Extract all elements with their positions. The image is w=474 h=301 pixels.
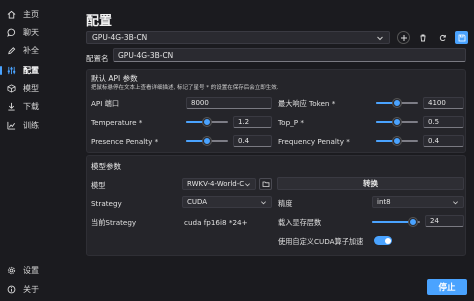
- frequency-penalty-slider[interactable]: [376, 137, 418, 145]
- top-p-label: Top_P *: [278, 118, 304, 127]
- home-icon: [6, 10, 16, 20]
- current-strategy-label: 当前Strategy: [91, 218, 137, 227]
- temperature-slider[interactable]: [186, 118, 228, 126]
- api-params-card: 默认 API 参数 把鼠标悬停在文本上查看详细描述, 标记了星号 * 的设置在保…: [86, 69, 466, 153]
- max-tokens-slider[interactable]: [376, 99, 418, 107]
- chevron-down-icon: [376, 34, 384, 42]
- sidebar-item-label: 补全: [23, 46, 39, 55]
- sidebar-item-label: 配置: [23, 66, 39, 75]
- add-preset-button[interactable]: [397, 31, 410, 44]
- temperature-label: Temperature *: [91, 118, 143, 127]
- api-port-label: API 端口: [91, 99, 120, 108]
- top-p-input[interactable]: 0.5: [423, 116, 464, 128]
- model-params-title: 模型参数: [91, 162, 121, 171]
- model-label: 模型: [91, 181, 106, 190]
- info-icon: [6, 285, 16, 295]
- sidebar-item-label: 聊天: [23, 28, 39, 37]
- slider-thumb[interactable]: [393, 118, 401, 126]
- custom-cuda-toggle[interactable]: [374, 236, 392, 245]
- sidebar-item-label: 设置: [23, 266, 39, 275]
- temperature-input[interactable]: 1.2: [233, 116, 272, 128]
- delete-preset-button[interactable]: [416, 31, 429, 44]
- presence-penalty-input[interactable]: 0.4: [233, 135, 272, 147]
- sidebar-item-label: 主页: [23, 10, 39, 19]
- save-icon: [458, 34, 465, 41]
- download-icon: [6, 102, 16, 112]
- gear-icon: [6, 266, 16, 276]
- chat-icon: [6, 28, 16, 38]
- train-icon: [6, 121, 16, 131]
- sidebar-item-completion[interactable]: 补全: [6, 43, 72, 58]
- strategy-select[interactable]: CUDA: [182, 196, 272, 208]
- preset-select[interactable]: GPU-4G-3B-CN: [86, 31, 390, 44]
- sidebar-item-about[interactable]: 关于: [6, 282, 72, 297]
- gpu-layers-input[interactable]: 24: [425, 215, 464, 227]
- sidebar-item-home[interactable]: 主页: [6, 7, 72, 22]
- save-button[interactable]: [455, 31, 468, 44]
- frequency-penalty-label: Frequency Penalty *: [278, 137, 350, 146]
- sidebar-item-label: 训练: [23, 121, 39, 130]
- top-p-slider[interactable]: [376, 118, 418, 126]
- presence-penalty-slider[interactable]: [186, 137, 228, 145]
- custom-cuda-label: 使用自定义CUDA算子加速: [278, 237, 364, 246]
- config-name-label: 配置名: [86, 54, 109, 63]
- precision-label: 精度: [278, 199, 293, 208]
- slider-thumb[interactable]: [408, 218, 417, 226]
- gpu-layers-slider[interactable]: [372, 218, 420, 226]
- reset-icon: [439, 34, 446, 41]
- stop-button[interactable]: 停止: [427, 279, 467, 295]
- api-port-input[interactable]: 8000: [186, 97, 272, 109]
- sidebar-item-chat[interactable]: 聊天: [6, 25, 72, 40]
- max-tokens-label: 最大响应 Token *: [278, 99, 336, 108]
- folder-icon: [262, 181, 269, 187]
- model-icon: [6, 84, 16, 94]
- strategy-label: Strategy: [91, 199, 122, 208]
- strategy-value: CUDA: [187, 198, 208, 206]
- preset-value: GPU-4G-3B-CN: [92, 33, 148, 42]
- precision-select[interactable]: int8: [372, 196, 464, 208]
- sidebar-item-download[interactable]: 下载: [6, 99, 72, 114]
- model-params-card: 模型参数 模型 RWKV-4-World-C 转换 Strategy CUDA …: [86, 155, 466, 256]
- sidebar: 主页 聊天 补全 配置 模型 下载 训练 设置 关于: [0, 0, 78, 301]
- convert-button[interactable]: 转换: [277, 177, 464, 190]
- sidebar-item-settings[interactable]: 设置: [6, 263, 72, 278]
- slider-thumb[interactable]: [393, 99, 401, 107]
- model-value: RWKV-4-World-C: [187, 180, 245, 188]
- model-select[interactable]: RWKV-4-World-C: [182, 178, 256, 190]
- sidebar-item-label: 关于: [23, 285, 39, 294]
- sidebar-item-label: 模型: [23, 84, 39, 93]
- sidebar-item-config[interactable]: 配置: [6, 63, 72, 78]
- pen-icon: [6, 46, 16, 56]
- frequency-penalty-input[interactable]: 0.4: [423, 135, 464, 147]
- config-icon: [6, 66, 16, 76]
- config-name-input[interactable]: GPU-4G-3B-CN: [113, 48, 466, 62]
- max-tokens-input[interactable]: 4100: [423, 97, 464, 109]
- gpu-layers-label: 载入显存层数: [278, 218, 322, 227]
- chevron-down-icon: [260, 199, 267, 206]
- sidebar-item-model[interactable]: 模型: [6, 81, 72, 96]
- presence-penalty-label: Presence Penalty *: [91, 137, 159, 146]
- chevron-down-icon: [452, 199, 459, 206]
- active-indicator: [0, 66, 2, 75]
- plus-icon: [400, 34, 407, 41]
- api-params-subtitle: 把鼠标悬停在文本上查看详细描述, 标记了星号 * 的设置在保存后会立即生效.: [91, 85, 279, 91]
- slider-thumb[interactable]: [393, 137, 401, 145]
- trash-icon: [420, 34, 425, 41]
- slider-thumb[interactable]: [203, 118, 211, 126]
- page-title: 配置: [86, 14, 113, 29]
- sidebar-item-train[interactable]: 训练: [6, 118, 72, 133]
- chevron-down-icon: [244, 181, 251, 188]
- toggle-knob: [384, 237, 391, 244]
- open-folder-button[interactable]: [259, 178, 272, 190]
- precision-value: int8: [377, 198, 391, 206]
- current-strategy-value: cuda fp16i8 *24+: [184, 218, 248, 227]
- slider-thumb[interactable]: [203, 137, 211, 145]
- reset-preset-button[interactable]: [436, 31, 449, 44]
- sidebar-item-label: 下载: [23, 102, 39, 111]
